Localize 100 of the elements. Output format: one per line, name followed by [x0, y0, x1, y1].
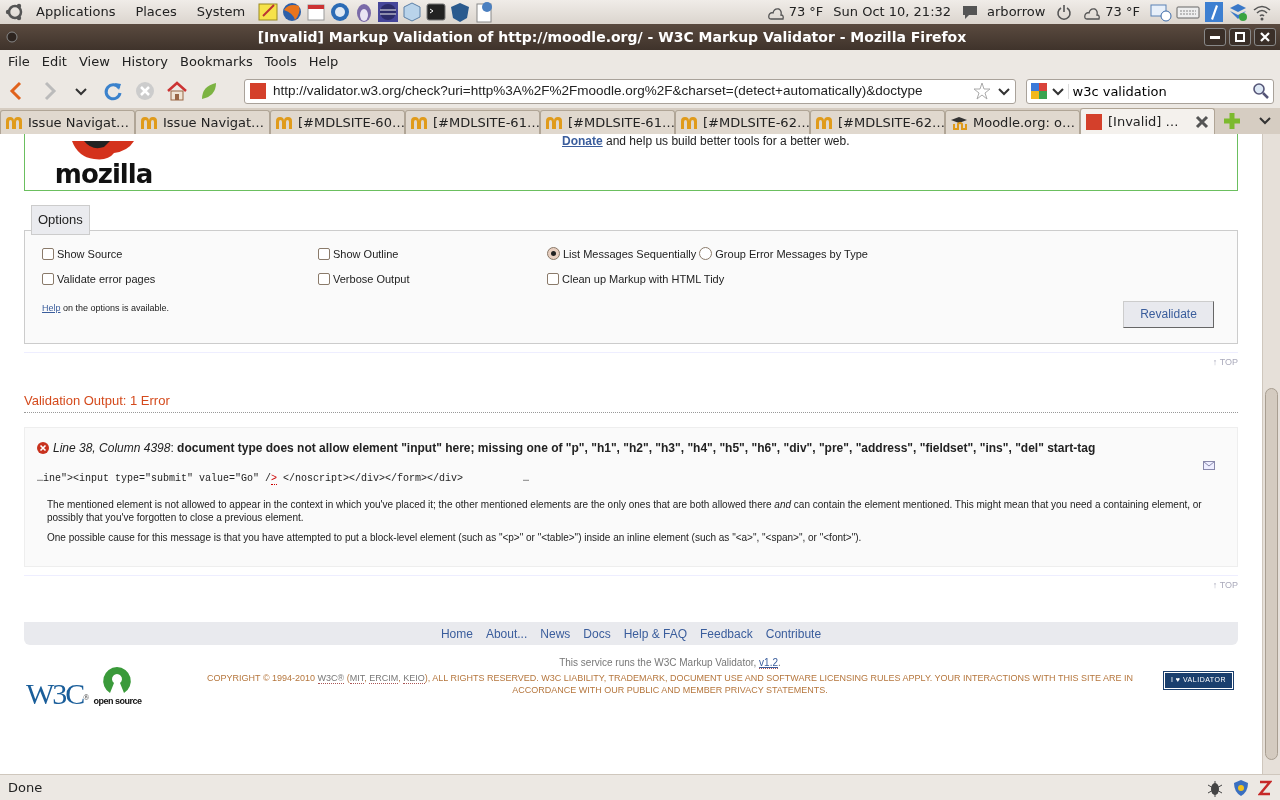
logo-text: mozilla [54, 161, 153, 190]
footer-link[interactable]: W3C® [317, 673, 345, 684]
browser-tab[interactable]: [#MDLSITE-60… [270, 110, 405, 134]
checkbox-label: Clean up Markup with HTML Tidy [562, 272, 725, 287]
checkbox-label: Validate error pages [57, 272, 156, 287]
checkbox[interactable] [42, 273, 54, 286]
panel-menu[interactable]: System [186, 2, 256, 22]
chat-bubble-icon[interactable] [961, 3, 980, 21]
zigzag-icon[interactable] [1258, 779, 1272, 796]
envelope-icon[interactable] [1203, 460, 1215, 471]
arch-icon [815, 115, 833, 130]
menu-item[interactable]: View [72, 52, 116, 72]
arch-icon [275, 115, 293, 130]
checkbox[interactable] [318, 273, 330, 286]
footer-link[interactable]: v1.2 [759, 657, 778, 669]
donate-link[interactable]: Donate [562, 134, 603, 148]
footer-link[interactable]: Home [440, 624, 473, 643]
footer-link[interactable]: Contribute [765, 624, 822, 643]
panel-menu[interactable]: Places [125, 2, 187, 22]
radio-button[interactable] [547, 247, 560, 261]
code-excerpt: …ine"><input type="submit" value="Go" /> </noscript></div></form></div> … [37, 471, 531, 486]
radio-label: Group Error Messages by Type [715, 246, 868, 262]
copyright-notice: COPYRIGHT © 1994-2010 W3C® (MIT, ERCIM, KEIO), ALL RIGHTS RESERVED. W3C LIABILITY, TRADEMARK, DOCUMENT USE AND SOFTWARE LICENSING RULES APPLY. YOUR INTERACTIONS WITH THIS SITE ARE IN ACCORDANCE WITH OUR PUBLIC AND MEMBER PRIVACY STATEMENTS. [206, 672, 1134, 696]
weather-reading[interactable]: 73 °F [788, 2, 824, 22]
cap-icon [950, 115, 968, 130]
scrollbar-thumb[interactable] [1265, 388, 1278, 760]
note-icon[interactable] [257, 1, 280, 23]
scrollbar[interactable] [1262, 134, 1280, 774]
address-field[interactable]: http://validator.w3.org/check?uri=http%3A%2F%2Fmoodle.org%2F&charset=(detect+automatically)&doctype [244, 78, 1016, 104]
browser-tab[interactable]: [#MDLSITE-62… [810, 110, 945, 134]
pen-tile-icon[interactable] [1204, 1, 1224, 23]
browser-tab[interactable]: Issue Navigat… [135, 110, 270, 134]
checkbox[interactable] [42, 247, 54, 260]
radio-button[interactable] [699, 247, 713, 261]
search-field[interactable]: w3c validation [1067, 83, 1248, 99]
wifi-icon[interactable] [1252, 3, 1272, 21]
browser-tab[interactable]: [#MDLSITE-61… [540, 110, 675, 134]
close-button[interactable] [1254, 28, 1276, 46]
arch-icon [545, 115, 563, 130]
search-icon[interactable] [1252, 82, 1270, 100]
minimize-icon [1210, 35, 1220, 39]
checkbox[interactable] [318, 247, 330, 260]
calendar-icon[interactable] [305, 1, 328, 23]
arch-icon [5, 115, 23, 130]
help-link[interactable]: Help [42, 302, 61, 313]
message-title: Line 38, Column 4398: document type does not allow element "input" here; missing one of "p", "h1", "h2", "h3", "h4", "h5", "h6", "div", "pre", "address", "fieldset", "ins", "del" start-tag [53, 439, 1096, 457]
service-note: This service runs the W3C Markup Validator, v1.2. [558, 656, 782, 670]
browser-tab[interactable]: Moodle.org: o… [945, 110, 1080, 134]
bug-icon[interactable] [1206, 778, 1224, 797]
shield-icon[interactable] [1232, 778, 1250, 797]
radio-label: List Messages Sequentially [563, 246, 697, 262]
footer-link[interactable]: Feedback [700, 624, 753, 643]
globe-icon[interactable] [281, 1, 304, 23]
user-name[interactable]: arborrow [987, 2, 1046, 22]
options-legend: Options [31, 205, 90, 235]
arch-icon [410, 115, 428, 130]
error-icon [37, 441, 49, 454]
window-title: [Invalid] Markup Validation of http://moodle.org/ - W3C Markup Validator - Mozilla Firefox [256, 27, 968, 47]
clock[interactable]: Sun Oct 10, 21:32 [833, 2, 952, 22]
site-square-icon [249, 82, 267, 100]
weather-reading[interactable]: 73 °F [1105, 2, 1140, 22]
checkbox-label: Show Source [57, 246, 123, 262]
menu-item[interactable]: Help [302, 52, 345, 72]
footer-link[interactable]: About... [485, 624, 528, 643]
footer-link[interactable]: KEIO [403, 673, 425, 684]
footer-link[interactable]: Docs [583, 624, 611, 643]
maximize-button[interactable] [1229, 28, 1251, 46]
close-icon[interactable] [1194, 113, 1210, 130]
footer-link[interactable]: News [540, 624, 571, 643]
terminal-icon[interactable] [425, 1, 448, 23]
search-box[interactable]: w3c validation [1025, 78, 1274, 104]
checkbox-label: Show Outline [333, 246, 399, 262]
checkbox[interactable] [547, 273, 559, 286]
browser-tab[interactable]: [#MDLSITE-61… [405, 110, 540, 134]
window-menu-icon[interactable] [4, 29, 20, 45]
monitor-clock-icon[interactable] [1150, 2, 1172, 22]
browser-tab[interactable]: [Invalid] … [1080, 108, 1215, 134]
browser-tab[interactable]: Issue Navigat… [0, 110, 135, 134]
power-icon[interactable] [1055, 3, 1074, 21]
home-icon[interactable] [166, 80, 188, 102]
section-heading: Validation Output: 1 Error [24, 391, 1238, 413]
footer-link[interactable]: Help & FAQ [623, 624, 687, 643]
star-icon[interactable] [972, 82, 991, 100]
keyboard-icon[interactable] [1176, 4, 1200, 20]
site-square-icon [1085, 112, 1103, 131]
donate-sentence: Donate and help us build better tools for a better web. [562, 135, 850, 150]
browser-tab[interactable]: [#MDLSITE-62… [675, 110, 810, 134]
menu-item[interactable]: Edit [35, 52, 73, 72]
checkbox-label: Verbose Output [333, 272, 410, 287]
reload-icon[interactable] [102, 80, 124, 102]
menu-item[interactable]: History [115, 52, 175, 72]
menu-item[interactable]: Bookmarks [174, 52, 259, 72]
menu-item[interactable]: Tools [258, 52, 303, 72]
panel-menu[interactable]: Applications [26, 2, 126, 22]
help-sentence: Help on the options is available. [42, 301, 170, 315]
menu-item[interactable]: File [2, 52, 36, 72]
colored-squares-icon[interactable] [1029, 82, 1048, 100]
revalidate-button[interactable]: Revalidate [1123, 300, 1214, 328]
minimize-button[interactable] [1204, 28, 1226, 46]
arch-icon [680, 115, 698, 130]
